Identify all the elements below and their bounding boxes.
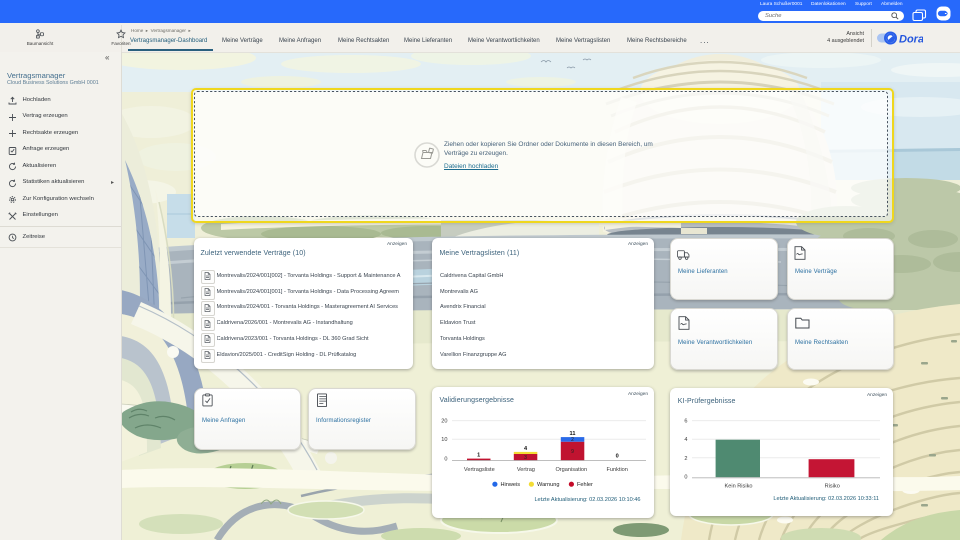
svg-text:0: 0 [615,454,618,460]
svg-text:4: 4 [684,437,687,443]
svg-text:Funktion: Funktion [606,467,627,473]
svg-text:Dora: Dora [899,34,923,46]
svg-text:9: 9 [571,449,574,455]
svg-text:0: 0 [444,457,447,463]
svg-text:1: 1 [477,452,480,458]
svg-text:Fehler: Fehler [577,482,593,488]
svg-text:2: 2 [684,456,687,462]
svg-text:0: 0 [684,474,687,480]
svg-text:Warnung: Warnung [537,482,560,488]
svg-text:Hinweis: Hinweis [500,482,520,488]
svg-text:11: 11 [569,431,575,437]
svg-text:4: 4 [523,446,527,452]
svg-text:10: 10 [441,437,447,443]
svg-text:20: 20 [441,419,447,425]
svg-text:Letzte Aktualisierung: 02.03.2: Letzte Aktualisierung: 02.03.2026 10:33:… [773,496,879,502]
svg-text:Vertrag: Vertrag [516,467,534,473]
svg-text:Risiko: Risiko [825,484,840,490]
svg-text:Organisation: Organisation [555,467,587,473]
svg-text:6: 6 [684,419,687,425]
svg-text:2: 2 [571,437,574,443]
svg-text:Letzte Aktualisierung: 02.03.2: Letzte Aktualisierung: 02.03.2026 10:10:… [534,497,640,503]
svg-text:Kein Risiko: Kein Risiko [725,484,753,490]
svg-text:Vertragsliste: Vertragsliste [463,467,494,473]
svg-text:3: 3 [524,455,527,461]
